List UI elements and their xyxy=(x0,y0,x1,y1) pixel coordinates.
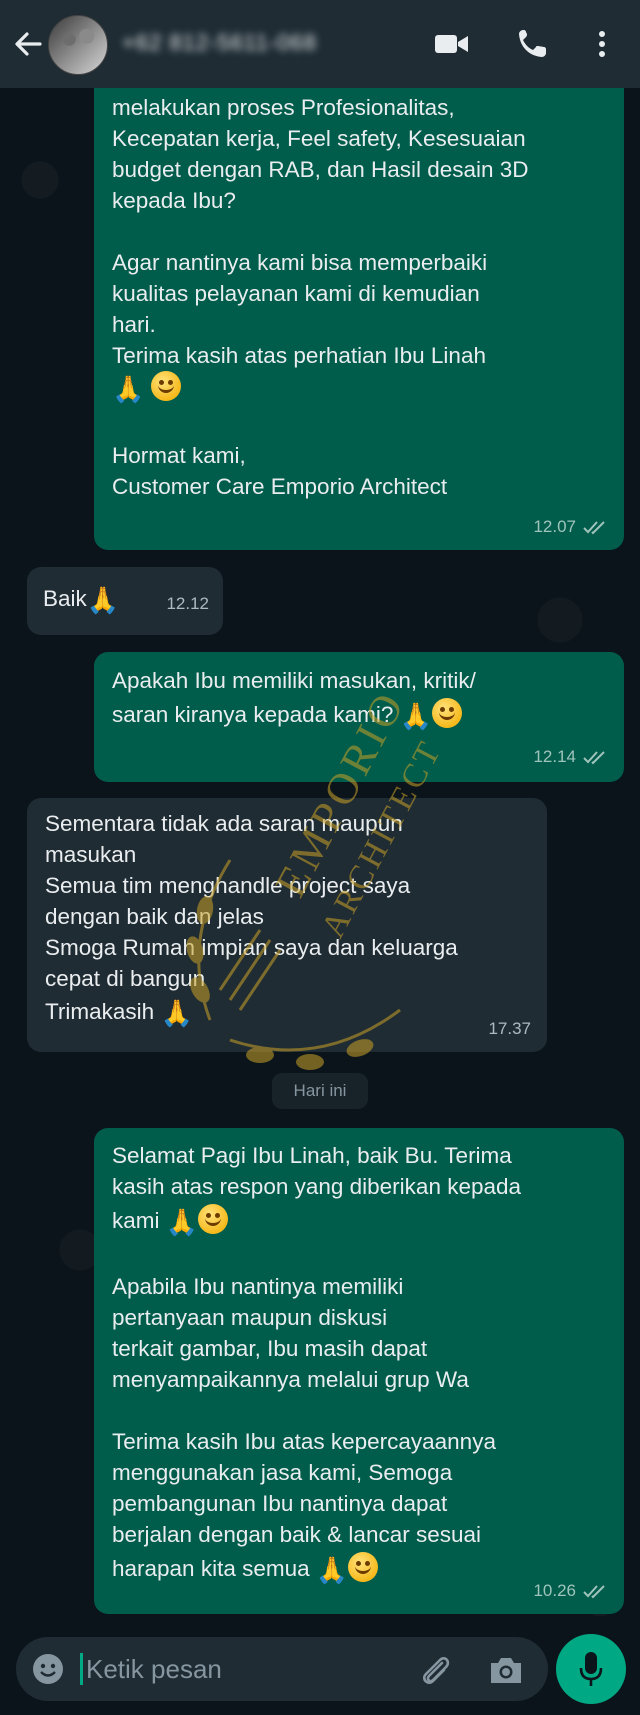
contact-name[interactable]: +62 812-5611-068 xyxy=(122,30,317,56)
message-incoming[interactable]: Baik🙏 12.12 xyxy=(27,567,223,635)
message-meta: 12.07 xyxy=(533,511,608,542)
message-line: pertanyaan maupun diskusi xyxy=(112,1305,388,1330)
back-arrow-icon[interactable] xyxy=(10,24,44,64)
smiling-face-emoji xyxy=(348,1552,379,1582)
message-line: kualitas pelayanan kami di kemudian xyxy=(112,281,480,306)
double-check-icon xyxy=(583,1584,605,1598)
text-cursor xyxy=(80,1653,83,1685)
double-check-icon xyxy=(583,751,605,765)
smiling-face-emoji xyxy=(150,371,181,401)
video-call-icon[interactable] xyxy=(432,26,472,62)
message-line: kami xyxy=(112,1208,160,1233)
message-line: cepat di bangun xyxy=(45,966,206,991)
message-line: Apabila Ibu nantinya memiliki xyxy=(112,1274,404,1299)
chat-header: +62 812-5611-068 xyxy=(0,0,640,88)
camera-icon[interactable] xyxy=(488,1653,524,1687)
message-line: Sementara tidak ada saran maupun xyxy=(45,811,403,836)
smiling-face-emoji xyxy=(432,698,463,728)
mic-button[interactable] xyxy=(556,1634,626,1704)
folded-hands-emoji: 🙏 xyxy=(86,585,120,615)
message-line: Agar nantinya kami bisa memperbaiki xyxy=(112,250,488,275)
message-line: kepada Ibu? xyxy=(112,188,236,213)
message-line: hari. xyxy=(112,312,156,337)
message-line: melakukan proses Profesionalitas, xyxy=(112,95,455,120)
message-line: pembangunan Ibu nantinya dapat xyxy=(112,1491,448,1516)
message-line: harapan kita semua xyxy=(112,1556,310,1581)
message-line: menggunakan jasa kami, Semoga xyxy=(112,1460,453,1485)
smiling-face-emoji xyxy=(198,1204,229,1234)
message-line: berjalan dengan baik & lancar sesuai xyxy=(112,1522,481,1547)
message-line: Apakah Ibu memiliki masukan, kritik/ xyxy=(112,668,476,693)
folded-hands-emoji: 🙏 xyxy=(399,701,433,731)
message-outgoing[interactable]: Apakah Ibu memiliki masukan, kritik/ sar… xyxy=(94,652,624,782)
message-line: saran kiranya kepada kami? xyxy=(112,702,394,727)
message-meta: 10.26 xyxy=(533,1575,608,1606)
message-line: Terima kasih atas perhatian Ibu Linah xyxy=(112,343,486,368)
message-text: Baik xyxy=(43,586,87,611)
attach-icon[interactable] xyxy=(416,1651,454,1689)
message-line: Trimakasih xyxy=(45,999,155,1024)
folded-hands-emoji: 🙏 xyxy=(160,998,193,1028)
mic-icon xyxy=(579,1652,603,1686)
emoji-icon[interactable] xyxy=(30,1651,66,1687)
message-meta: 12.14 xyxy=(533,740,608,774)
folded-hands-emoji: 🙏 xyxy=(315,1555,349,1585)
contact-avatar[interactable] xyxy=(48,15,108,75)
message-line: menyampaikannya melalui grup Wa xyxy=(112,1367,469,1392)
folded-hands-emoji: 🙏 xyxy=(165,1207,199,1237)
double-check-icon xyxy=(583,520,605,534)
message-incoming[interactable]: Sementara tidak ada saran maupun masukan… xyxy=(27,798,547,1052)
message-line: budget dengan RAB, dan Hasil desain 3D xyxy=(112,157,529,182)
message-meta: 12.12 xyxy=(166,588,209,619)
message-line: Terima kasih Ibu atas kepercayaannya xyxy=(112,1429,496,1454)
message-time: 12.14 xyxy=(533,747,576,766)
date-divider: Hari ini xyxy=(272,1073,368,1109)
message-line: Hormat kami, xyxy=(112,443,246,468)
message-time: 17.37 xyxy=(488,1019,531,1038)
message-line: Customer Care Emporio Architect xyxy=(112,474,448,499)
message-line: Selamat Pagi Ibu Linah, baik Bu. Terima xyxy=(112,1143,512,1168)
message-line: Semua tim menghandle project saya xyxy=(45,873,411,898)
message-line: terkait gambar, Ibu masih dapat xyxy=(112,1336,428,1361)
message-outgoing[interactable]: Selamat Pagi Ibu Linah, baik Bu. Terima … xyxy=(94,1128,624,1614)
message-input[interactable] xyxy=(86,1637,386,1701)
phone-icon[interactable] xyxy=(512,24,552,64)
message-line: masukan xyxy=(45,842,137,867)
message-line: Kecepatan kerja, Feel safety, Kesesuaian xyxy=(112,126,526,151)
message-outgoing[interactable]: melakukan proses Profesionalitas, Kecepa… xyxy=(94,72,624,550)
message-line: Smoga Rumah impian saya dan keluarga xyxy=(45,935,458,960)
message-meta: 17.37 xyxy=(488,1013,531,1044)
message-line: dengan baik dan jelas xyxy=(45,904,264,929)
message-time: 12.07 xyxy=(533,517,576,536)
message-time: 12.12 xyxy=(166,594,209,613)
message-composer xyxy=(16,1637,548,1701)
message-time: 10.26 xyxy=(533,1581,576,1600)
more-options-icon[interactable] xyxy=(590,26,614,62)
message-line: kasih atas respon yang diberikan kepada xyxy=(112,1174,522,1199)
folded-hands-emoji: 🙏 xyxy=(112,374,145,404)
